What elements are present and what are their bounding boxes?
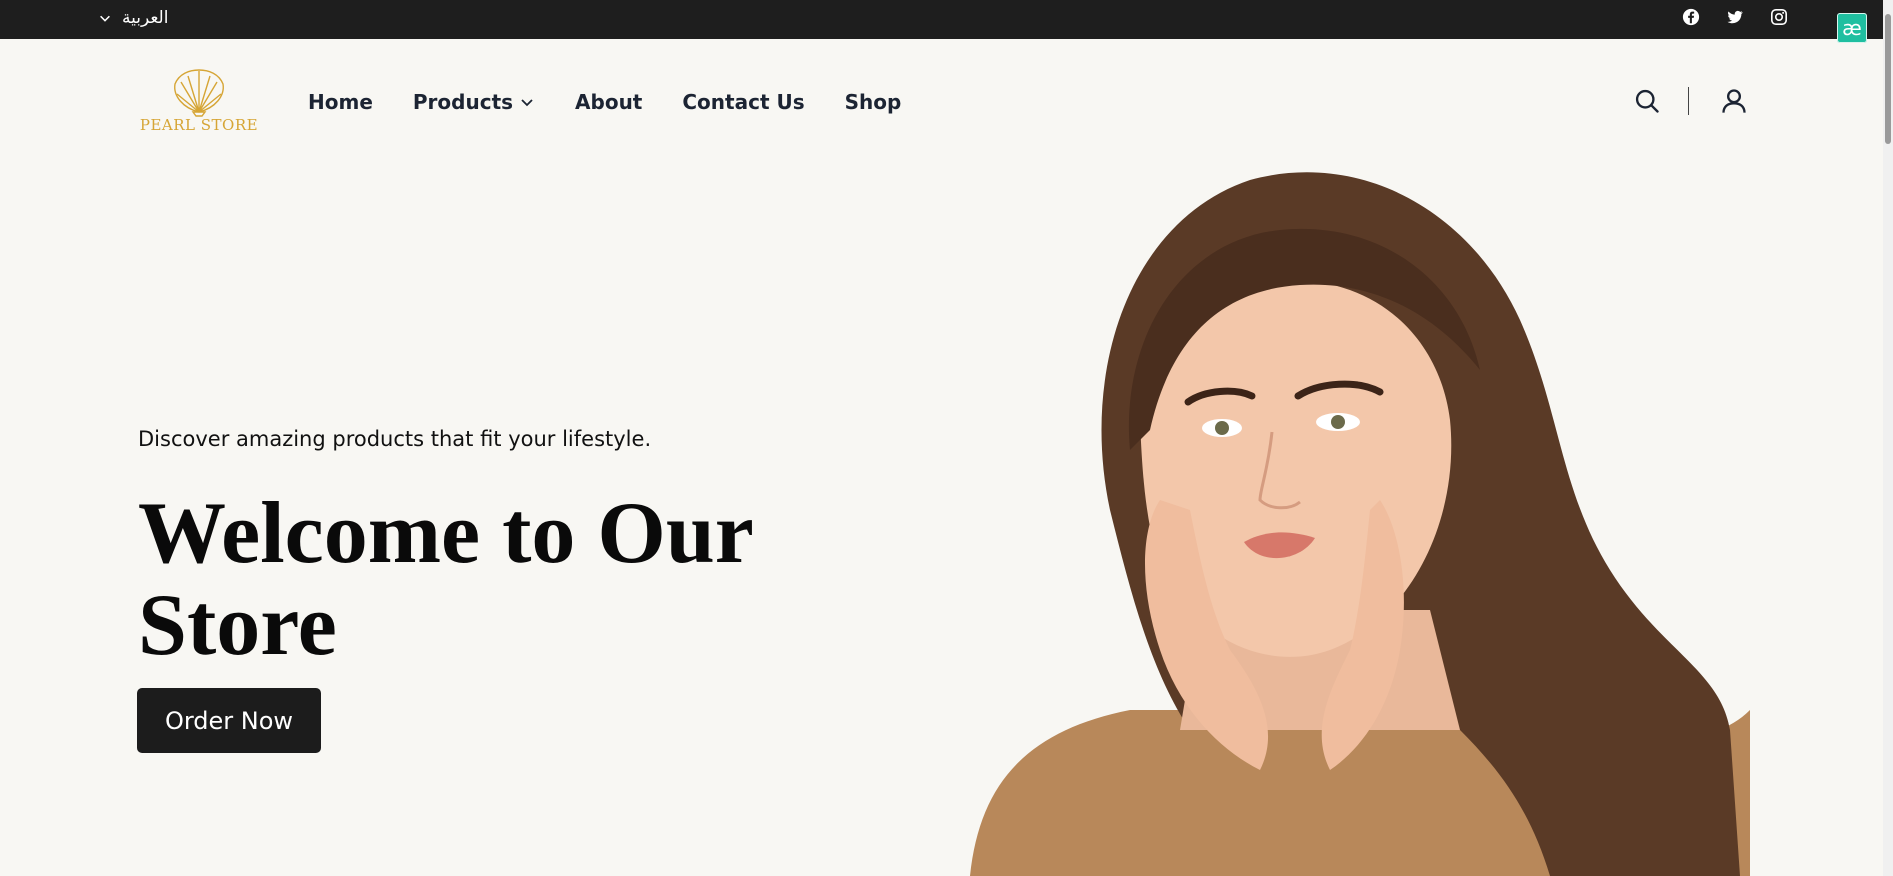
header-divider [1688, 87, 1689, 115]
nav-products[interactable]: Products [413, 90, 535, 114]
logo-text: PEARL STORE [139, 116, 259, 134]
language-selector[interactable]: العربية [98, 6, 168, 30]
scrollbar[interactable] [1883, 0, 1893, 876]
hero-tagline: Discover amazing products that fit your … [138, 427, 652, 451]
nav-home[interactable]: Home [308, 90, 373, 114]
chevron-down-icon [521, 99, 533, 107]
main-nav: Home Products About Contact Us Shop [308, 90, 901, 114]
nav-shop-label: Shop [844, 90, 902, 114]
header-actions [1632, 86, 1749, 116]
store-logo[interactable]: PEARL STORE [137, 68, 261, 138]
shell-icon [174, 69, 224, 117]
account-button[interactable] [1719, 86, 1749, 116]
social-links [1680, 6, 1790, 28]
nav-products-label: Products [412, 90, 514, 114]
instagram-icon[interactable] [1768, 6, 1790, 28]
top-bar: العربية [0, 0, 1893, 39]
chevron-down-icon [100, 15, 110, 22]
facebook-icon[interactable] [1680, 6, 1702, 28]
nav-contact[interactable]: Contact Us [682, 90, 804, 114]
extension-icon[interactable]: æ [1837, 13, 1867, 43]
hero-title: Welcome to Our Store [138, 485, 753, 674]
scrollbar-thumb[interactable] [1885, 14, 1891, 144]
search-button[interactable] [1632, 86, 1662, 116]
nav-about[interactable]: About [575, 90, 642, 114]
nav-about-label: About [575, 90, 643, 114]
nav-contact-label: Contact Us [682, 90, 805, 114]
user-icon [1722, 89, 1746, 113]
nav-home-label: Home [308, 90, 373, 114]
search-icon [1635, 89, 1659, 113]
hero-model-image [970, 172, 1750, 876]
order-now-button[interactable]: Order Now [137, 688, 321, 753]
twitter-icon[interactable] [1724, 6, 1746, 28]
nav-shop[interactable]: Shop [845, 90, 902, 114]
language-label: العربية [122, 8, 169, 28]
